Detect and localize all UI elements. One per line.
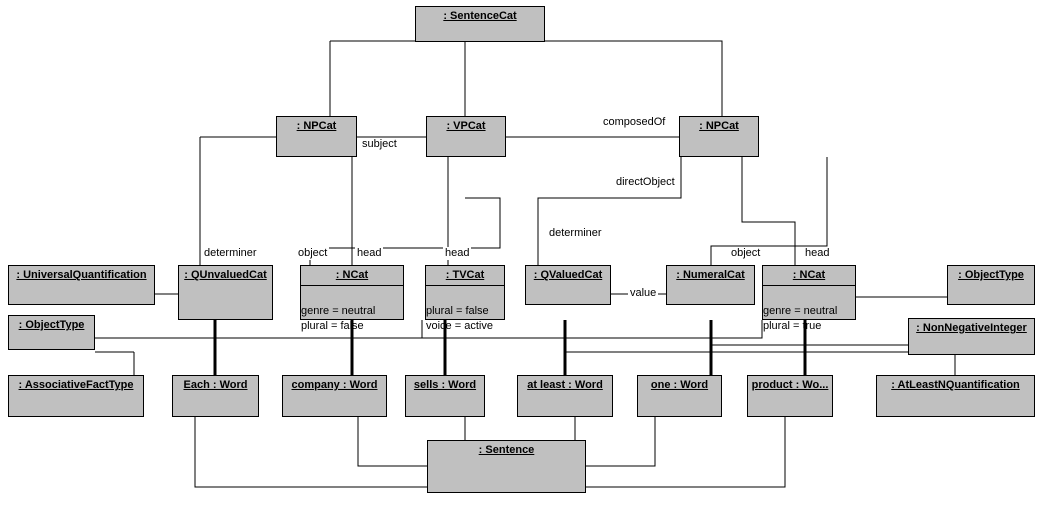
node-sentencecat[interactable]: : SentenceCat	[415, 6, 545, 42]
edge-label-directobject: directObject	[614, 176, 677, 189]
edge-eachword-sentence	[194, 417, 427, 488]
node-ncat-left[interactable]: : NCat genre = neutral plural = false	[300, 265, 404, 332]
node-title: : TVCat	[426, 266, 504, 286]
node-vpcat[interactable]: : VPCat	[426, 116, 506, 157]
node-one-word[interactable]: one : Word	[637, 375, 722, 417]
node-npcat-right[interactable]: : NPCat	[679, 116, 759, 157]
node-title: : QUnvaluedCat	[184, 269, 267, 281]
node-title: : AtLeastNQuantification	[891, 379, 1020, 391]
edge-companyword-sentence	[357, 417, 427, 467]
node-atleastnquantification[interactable]: : AtLeastNQuantification	[876, 375, 1035, 417]
edge-label-object-right: object	[729, 247, 763, 260]
node-title: : NPCat	[296, 120, 337, 132]
edge-npcatright-qvaluedcat-determiner	[537, 157, 682, 265]
attribute-genre: genre = neutral	[763, 305, 838, 317]
node-attributes: plural = false voice = active	[426, 283, 504, 353]
edge-oneword-sentence	[586, 417, 656, 467]
edge-vpcat-ncatleft-object	[309, 197, 501, 265]
node-title: : Sentence	[478, 444, 535, 456]
uml-object-diagram: : SentenceCat : NPCat : VPCat : NPCat : …	[0, 0, 1044, 509]
node-title: sells : Word	[413, 379, 477, 391]
node-title: : QValuedCat	[533, 269, 603, 281]
node-title: Each : Word	[183, 379, 248, 391]
edge-label-head-ncatleft: head	[355, 247, 384, 260]
node-qunvaluedcat[interactable]: : QUnvaluedCat	[178, 265, 273, 320]
node-attributes: genre = neutral plural = true	[763, 283, 855, 353]
node-title: : ObjectType	[958, 269, 1024, 281]
node-objecttype-left[interactable]: : ObjectType	[8, 315, 95, 350]
node-ncat-right[interactable]: : NCat genre = neutral plural = true	[762, 265, 856, 332]
node-tvcat[interactable]: : TVCat plural = false voice = active	[425, 265, 505, 332]
node-qvaluedcat[interactable]: : QValuedCat	[525, 265, 611, 305]
node-atleast-word[interactable]: at least : Word	[517, 375, 613, 417]
attribute-plural: plural = true	[763, 320, 822, 332]
node-each-word[interactable]: Each : Word	[172, 375, 259, 417]
connector-layer	[95, 40, 956, 488]
node-title: company : Word	[291, 379, 378, 391]
node-universalquantification[interactable]: : UniversalQuantification	[8, 265, 155, 305]
attribute-genre: genre = neutral	[301, 305, 376, 317]
node-product-word[interactable]: product : Wo...	[747, 375, 833, 417]
node-title: : VPCat	[446, 120, 486, 132]
node-sells-word[interactable]: sells : Word	[405, 375, 485, 417]
node-title: at least : Word	[527, 379, 603, 391]
node-title: : NCat	[301, 266, 403, 286]
node-title: one : Word	[650, 379, 709, 391]
edge-label-head-tvcat: head	[443, 247, 472, 260]
node-title: : NPCat	[699, 120, 739, 132]
node-objecttype-right[interactable]: : ObjectType	[947, 265, 1035, 305]
node-title: : AssociativeFactType	[18, 379, 134, 391]
edge-label-subject: subject	[360, 138, 399, 151]
edge-productword-sentence	[586, 417, 786, 488]
node-company-word[interactable]: company : Word	[282, 375, 387, 417]
node-numeralcat[interactable]: : NumeralCat	[666, 265, 755, 305]
node-sentence[interactable]: : Sentence	[427, 440, 586, 493]
node-title: : NumeralCat	[676, 269, 745, 281]
node-npcat-left[interactable]: : NPCat	[276, 116, 357, 157]
attribute-plural: plural = false	[301, 320, 364, 332]
attribute-plural: plural = false	[426, 305, 489, 317]
edge-label-head-ncatright: head	[803, 247, 832, 260]
edge-label-determiner-right: determiner	[547, 227, 604, 240]
edge-label-composedof: composedOf	[601, 116, 668, 129]
node-nonnegativeinteger[interactable]: : NonNegativeInteger	[908, 318, 1035, 355]
edge-sentencecat-npcatright	[545, 40, 723, 116]
edge-label-object-left: object	[296, 247, 330, 260]
node-associativefacttype[interactable]: : AssociativeFactType	[8, 375, 144, 417]
node-title: : NonNegativeInteger	[916, 322, 1027, 334]
attribute-voice: voice = active	[426, 320, 493, 332]
edge-label-value: value	[628, 287, 659, 300]
node-title: : UniversalQuantification	[16, 269, 147, 281]
node-title: : NCat	[763, 266, 855, 286]
edge-atleastnq-qvaluedcat	[564, 320, 956, 375]
node-title: product : Wo...	[751, 379, 829, 391]
edge-label-determiner-left: determiner	[202, 247, 259, 260]
node-title: : SentenceCat	[443, 10, 517, 22]
node-attributes: genre = neutral plural = false	[301, 283, 403, 353]
node-title: : ObjectType	[18, 319, 85, 331]
